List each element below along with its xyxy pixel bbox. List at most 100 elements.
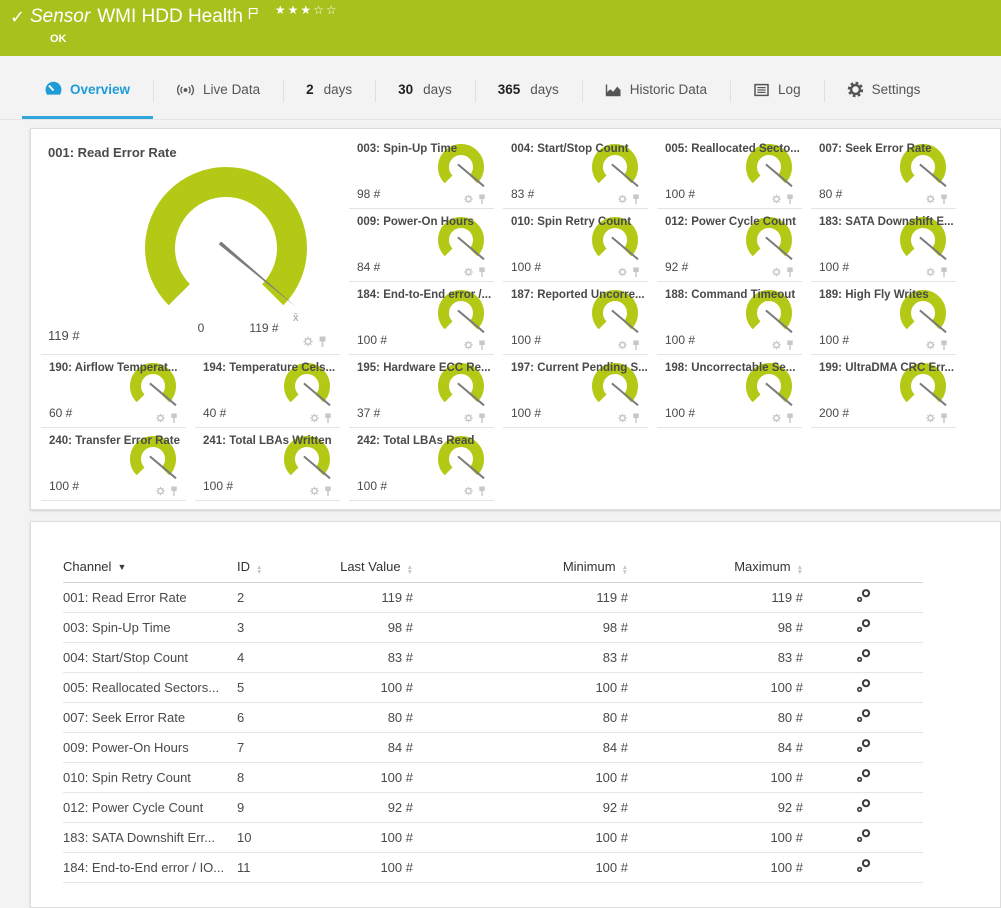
pin-icon[interactable]	[477, 412, 487, 424]
pin-icon[interactable]	[169, 412, 179, 424]
gauge-tile[interactable]: 190: Airflow Temperat... 60 #	[41, 355, 186, 428]
pin-icon[interactable]	[477, 339, 487, 351]
gauge-actions[interactable]	[617, 266, 641, 278]
table-row[interactable]: 183: SATA Downshift Err... 10 100 # 100 …	[63, 822, 923, 852]
cell-channel[interactable]: 004: Start/Stop Count	[63, 642, 237, 672]
column-header-minimum[interactable]: Minimum▲▼	[413, 552, 628, 582]
edit-channel-gears-icon[interactable]	[855, 588, 872, 604]
pin-icon[interactable]	[939, 193, 949, 205]
tab-settings[interactable]: Settings	[824, 63, 944, 119]
gauge-tile-primary[interactable]: 001: Read Error Rate x̄ 0 119 # 119 #	[41, 136, 340, 355]
gauge-tile[interactable]: 012: Power Cycle Count 92 #	[657, 209, 802, 282]
pin-icon[interactable]	[785, 266, 795, 278]
gauge-tile[interactable]: 242: Total LBAs Read 100 #	[349, 428, 494, 501]
pin-icon[interactable]	[169, 485, 179, 497]
channel-gear-icon[interactable]	[771, 339, 782, 351]
edit-channel-gears-icon[interactable]	[855, 738, 872, 754]
flag-icon[interactable]	[248, 4, 259, 26]
channel-gear-icon[interactable]	[617, 193, 628, 205]
pin-icon[interactable]	[785, 339, 795, 351]
gauge-actions[interactable]	[925, 412, 949, 424]
table-row[interactable]: 009: Power-On Hours 7 84 # 84 # 84 #	[63, 732, 923, 762]
gauge-tile[interactable]: 188: Command Timeout 100 #	[657, 282, 802, 355]
pin-icon[interactable]	[939, 266, 949, 278]
edit-channel-gears-icon[interactable]	[855, 648, 872, 664]
column-header-maximum[interactable]: Maximum▲▼	[628, 552, 803, 582]
gauge-tile[interactable]: 197: Current Pending S... 100 #	[503, 355, 648, 428]
tab-365-days[interactable]: 365 days	[475, 63, 582, 119]
gauge-tile[interactable]: 241: Total LBAs Written 100 #	[195, 428, 340, 501]
channel-gear-icon[interactable]	[617, 412, 628, 424]
channel-gear-icon[interactable]	[309, 412, 320, 424]
pin-icon[interactable]	[785, 412, 795, 424]
gauge-actions[interactable]	[309, 412, 333, 424]
gauge-actions[interactable]	[617, 193, 641, 205]
gauge-tile[interactable]: 009: Power-On Hours 84 #	[349, 209, 494, 282]
channel-gear-icon[interactable]	[925, 193, 936, 205]
edit-channel-gears-icon[interactable]	[855, 678, 872, 694]
pin-icon[interactable]	[939, 412, 949, 424]
channel-gear-icon[interactable]	[771, 266, 782, 278]
channel-gear-icon[interactable]	[309, 485, 320, 497]
pin-icon[interactable]	[631, 339, 641, 351]
tab-overview[interactable]: Overview	[22, 63, 153, 119]
cell-channel[interactable]: 183: SATA Downshift Err...	[63, 822, 237, 852]
pin-icon[interactable]	[323, 485, 333, 497]
edit-channel-gears-icon[interactable]	[855, 708, 872, 724]
channel-gear-icon[interactable]	[617, 266, 628, 278]
table-row[interactable]: 005: Reallocated Sectors... 5 100 # 100 …	[63, 672, 923, 702]
gauge-tile[interactable]: 010: Spin Retry Count 100 #	[503, 209, 648, 282]
gauge-tile[interactable]: 189: High Fly Writes 100 #	[811, 282, 956, 355]
gauge-tile[interactable]: 194: Temperature Cels... 40 #	[195, 355, 340, 428]
gauge-actions[interactable]	[463, 193, 487, 205]
channel-gear-icon[interactable]	[463, 412, 474, 424]
gauge-tile[interactable]: 003: Spin-Up Time 98 #	[349, 136, 494, 209]
tab-historic-data[interactable]: Historic Data	[582, 63, 730, 119]
edit-channel-gears-icon[interactable]	[855, 828, 872, 844]
column-header-id[interactable]: ID▲▼	[237, 552, 338, 582]
table-row[interactable]: 184: End-to-End error / IO... 11 100 # 1…	[63, 852, 923, 882]
edit-channel-gears-icon[interactable]	[855, 858, 872, 874]
gauge-actions[interactable]	[617, 412, 641, 424]
gauge-tile[interactable]: 004: Start/Stop Count 83 #	[503, 136, 648, 209]
gauge-actions[interactable]	[771, 266, 795, 278]
pin-icon[interactable]	[477, 266, 487, 278]
gauge-tile[interactable]: 007: Seek Error Rate 80 #	[811, 136, 956, 209]
gauge-tile[interactable]: 240: Transfer Error Rate 100 #	[41, 428, 186, 501]
gauge-actions[interactable]	[463, 412, 487, 424]
table-row[interactable]: 003: Spin-Up Time 3 98 # 98 # 98 #	[63, 612, 923, 642]
table-row[interactable]: 004: Start/Stop Count 4 83 # 83 # 83 #	[63, 642, 923, 672]
table-row[interactable]: 010: Spin Retry Count 8 100 # 100 # 100 …	[63, 762, 923, 792]
channel-gear-icon[interactable]	[463, 485, 474, 497]
cell-channel[interactable]: 012: Power Cycle Count	[63, 792, 237, 822]
table-row[interactable]: 001: Read Error Rate 2 119 # 119 # 119 #	[63, 582, 923, 612]
gauge-tile[interactable]: 195: Hardware ECC Re... 37 #	[349, 355, 494, 428]
channel-gear-icon[interactable]	[155, 412, 166, 424]
column-header-channel[interactable]: Channel▼	[63, 552, 237, 582]
gauge-actions[interactable]	[155, 412, 179, 424]
gauge-tile[interactable]: 199: UltraDMA CRC Err... 200 #	[811, 355, 956, 428]
cell-channel[interactable]: 001: Read Error Rate	[63, 582, 237, 612]
gauge-actions[interactable]	[771, 339, 795, 351]
gauge-actions[interactable]	[463, 266, 487, 278]
channel-gear-icon[interactable]	[155, 485, 166, 497]
column-header-last-value[interactable]: Last Value▲▼	[338, 552, 413, 582]
priority-stars[interactable]: ★★★☆☆	[275, 3, 339, 17]
pin-icon[interactable]	[631, 412, 641, 424]
pin-icon[interactable]	[939, 339, 949, 351]
channel-gear-icon[interactable]	[463, 339, 474, 351]
tab-2-days[interactable]: 2 days	[283, 63, 375, 119]
gauge-tile[interactable]: 198: Uncorrectable Se... 100 #	[657, 355, 802, 428]
cell-channel[interactable]: 005: Reallocated Sectors...	[63, 672, 237, 702]
gauge-tile[interactable]: 184: End-to-End error /... 100 #	[349, 282, 494, 355]
gauge-actions[interactable]	[155, 485, 179, 497]
gauge-actions[interactable]	[302, 335, 328, 348]
gauge-actions[interactable]	[771, 193, 795, 205]
channel-gear-icon[interactable]	[771, 412, 782, 424]
gauge-actions[interactable]	[463, 485, 487, 497]
gauge-actions[interactable]	[309, 485, 333, 497]
gauge-tile[interactable]: 187: Reported Uncorre... 100 #	[503, 282, 648, 355]
gauge-actions[interactable]	[771, 412, 795, 424]
pin-icon[interactable]	[631, 266, 641, 278]
channel-gear-icon[interactable]	[617, 339, 628, 351]
